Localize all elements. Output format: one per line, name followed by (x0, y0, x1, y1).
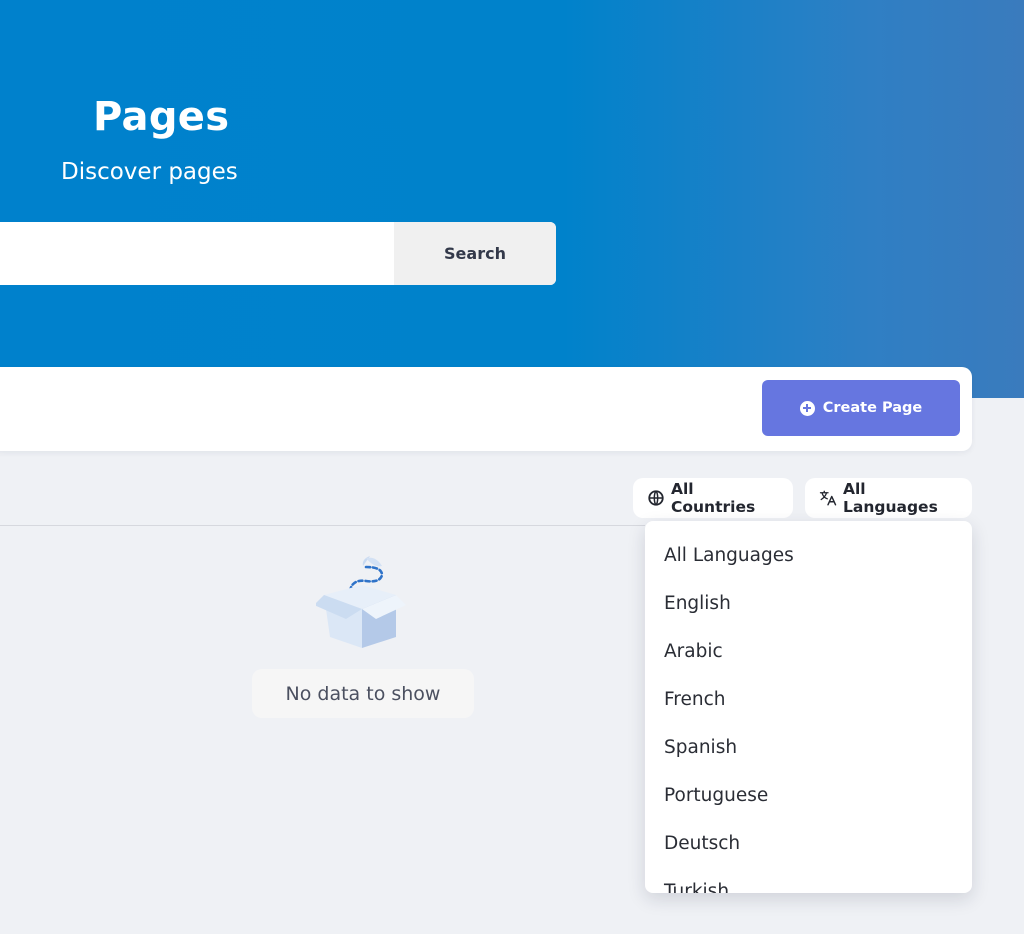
page-title: Pages (93, 94, 230, 140)
create-page-label: Create Page (822, 400, 923, 416)
language-option-french[interactable]: French (645, 675, 972, 723)
language-dropdown: All Languages English Arabic French Span… (645, 521, 972, 893)
create-page-button[interactable]: Create Page (762, 380, 960, 436)
language-option-portuguese[interactable]: Portuguese (645, 771, 972, 819)
translate-icon (819, 490, 837, 506)
search-input[interactable] (0, 222, 394, 285)
languages-filter-label: All Languages (843, 480, 938, 516)
countries-filter-label: All Countries (671, 480, 756, 516)
open-box-icon (316, 556, 406, 648)
language-option-english[interactable]: English (645, 579, 972, 627)
language-option-all[interactable]: All Languages (645, 531, 972, 579)
language-option-arabic[interactable]: Arabic (645, 627, 972, 675)
countries-filter[interactable]: All Countries (633, 478, 793, 518)
language-option-turkish[interactable]: Turkish (645, 867, 972, 894)
language-option-deutsch[interactable]: Deutsch (645, 819, 972, 867)
page-subtitle: Discover pages (61, 159, 238, 185)
search-button[interactable]: Search (394, 222, 556, 285)
hero-header: Pages Discover pages Search (0, 0, 1024, 398)
language-option-spanish[interactable]: Spanish (645, 723, 972, 771)
page: Pages Discover pages Search Create Page … (0, 0, 1024, 934)
search-bar: Search (0, 222, 556, 285)
plus-circle-icon (799, 400, 815, 416)
empty-state-message: No data to show (252, 669, 474, 718)
languages-filter[interactable]: All Languages (805, 478, 972, 518)
divider (0, 525, 645, 526)
globe-icon (648, 490, 664, 506)
